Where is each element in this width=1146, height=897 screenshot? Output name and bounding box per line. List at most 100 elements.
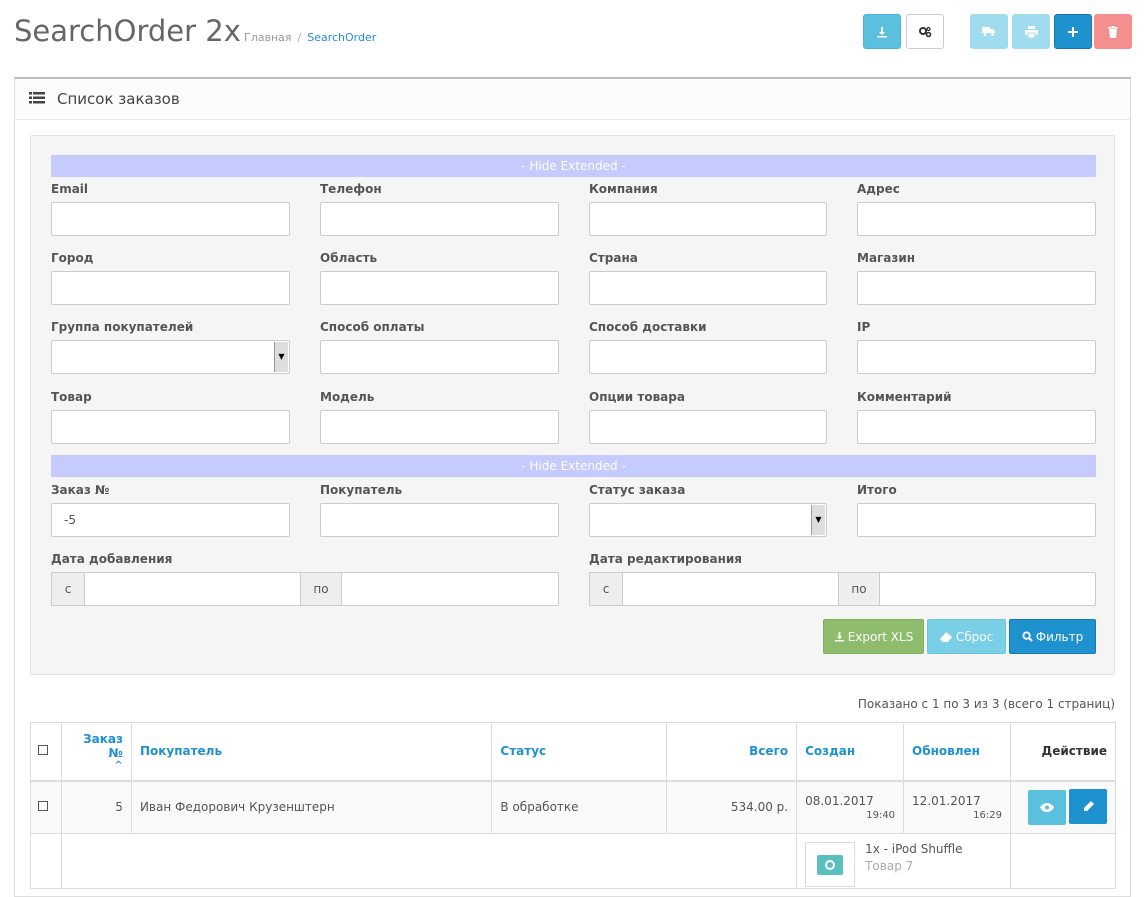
- product-sub: Товар 7: [865, 859, 914, 873]
- print-button[interactable]: [1012, 14, 1050, 49]
- phone-input[interactable]: [320, 202, 559, 236]
- row-checkbox[interactable]: [38, 801, 48, 812]
- created-cell: 08.01.2017 19:40: [796, 780, 905, 834]
- payment-method-input[interactable]: [320, 340, 559, 374]
- customer-group-label: Группа покупателей: [51, 320, 194, 334]
- region-label: Область: [320, 251, 378, 265]
- ip-input[interactable]: [857, 340, 1096, 374]
- row-select-cell: [30, 780, 62, 834]
- product-options-label: Опции товара: [589, 390, 685, 404]
- date-modified-label: Дата редактирования: [589, 552, 742, 566]
- filter-button[interactable]: Фильтр: [1009, 619, 1096, 654]
- phone-label: Телефон: [320, 182, 382, 196]
- updated-date: 12.01.2017: [912, 793, 981, 808]
- created-date: 08.01.2017: [805, 793, 874, 808]
- shipping-method-input[interactable]: [589, 340, 827, 374]
- date-modified-to-input[interactable]: [879, 572, 1096, 606]
- total-cell: 534.00 р.: [666, 780, 798, 834]
- order-status-select[interactable]: ▼: [589, 503, 827, 537]
- delete-button[interactable]: [1094, 14, 1132, 49]
- total-input[interactable]: [857, 503, 1096, 537]
- date-added-from-input[interactable]: [84, 572, 301, 606]
- hide-extended-toggle[interactable]: - Hide Extended -: [51, 155, 1096, 177]
- chevron-down-icon: ▼: [274, 342, 288, 372]
- hide-extended-toggle-2[interactable]: - Hide Extended -: [51, 455, 1096, 477]
- product-options-input[interactable]: [589, 410, 827, 444]
- shipping-button[interactable]: [970, 14, 1008, 49]
- country-input[interactable]: [589, 271, 827, 305]
- column-updated[interactable]: Обновлен: [903, 722, 1011, 782]
- total-label: Итого: [857, 483, 897, 497]
- download-button[interactable]: [863, 14, 901, 49]
- table-header-row: Заказ № ^ Покупатель Статус Всего Создан…: [30, 722, 1116, 782]
- reset-label: Сброс: [955, 629, 994, 644]
- table-row-details: 1x - iPod Shuffle Товар 7: [30, 833, 1116, 889]
- customer-group-select[interactable]: ▼: [51, 340, 290, 374]
- email-input[interactable]: [51, 202, 290, 236]
- column-status[interactable]: Статус: [491, 722, 668, 782]
- chevron-down-icon: ▼: [811, 505, 825, 535]
- list-icon: [29, 90, 47, 108]
- product-input[interactable]: [51, 410, 290, 444]
- column-customer[interactable]: Покупатель: [130, 722, 493, 782]
- product-details-cell: 1x - iPod Shuffle Товар 7: [796, 833, 1011, 889]
- created-time: 19:40: [866, 809, 896, 821]
- search-icon: [1022, 631, 1033, 642]
- product-label: Товар: [51, 390, 92, 404]
- shipping-method-label: Способ доставки: [589, 320, 707, 334]
- eye-icon: [1040, 803, 1054, 813]
- breadcrumb-home[interactable]: Главная: [244, 31, 292, 44]
- city-label: Город: [51, 251, 94, 265]
- country-label: Страна: [589, 251, 638, 265]
- select-all-checkbox[interactable]: [38, 745, 48, 756]
- customer-input[interactable]: [320, 503, 559, 537]
- updated-cell: 12.01.2017 16:29: [903, 780, 1011, 834]
- truck-icon: [982, 27, 995, 36]
- date-added-from-addon: с: [51, 572, 85, 606]
- comment-input[interactable]: [857, 410, 1096, 444]
- add-button[interactable]: [1054, 14, 1092, 49]
- view-button[interactable]: [1028, 790, 1066, 826]
- date-added-to-input[interactable]: [341, 572, 559, 606]
- column-total[interactable]: Всего: [666, 722, 798, 782]
- payment-method-label: Способ оплаты: [320, 320, 425, 334]
- reset-button[interactable]: Сброс: [927, 619, 1006, 654]
- region-input[interactable]: [320, 271, 559, 305]
- download-icon: [834, 631, 844, 642]
- comment-label: Комментарий: [857, 390, 952, 404]
- product-thumbnail[interactable]: [805, 842, 856, 887]
- settings-button[interactable]: [906, 14, 944, 49]
- filter-form: - Hide Extended - Email Телефон Компания…: [30, 135, 1115, 675]
- cogs-icon: [919, 26, 932, 37]
- actions-cell: [1010, 780, 1116, 834]
- model-label: Модель: [320, 390, 375, 404]
- company-input[interactable]: [589, 202, 827, 236]
- column-order-id[interactable]: Заказ № ^: [60, 722, 132, 782]
- order-status-label: Статус заказа: [589, 483, 686, 497]
- order-id-input[interactable]: -5: [51, 503, 290, 537]
- date-modified-to-addon: по: [838, 572, 880, 606]
- export-xls-button[interactable]: Export XLS: [823, 619, 924, 654]
- breadcrumb-current[interactable]: SearchOrder: [307, 31, 376, 44]
- date-modified-from-input[interactable]: [622, 572, 839, 606]
- download-icon: [877, 26, 887, 37]
- print-icon: [1024, 25, 1038, 38]
- address-input[interactable]: [857, 202, 1096, 236]
- order-id-label: Заказ №: [51, 483, 110, 497]
- customer-cell: Иван Федорович Крузенштерн: [130, 780, 493, 834]
- column-created[interactable]: Создан: [796, 722, 905, 782]
- model-input[interactable]: [320, 410, 559, 444]
- panel-title: Список заказов: [57, 90, 180, 108]
- select-all-cell: [30, 722, 62, 782]
- table-row: 5 Иван Федорович Крузенштерн В обработке…: [30, 780, 1116, 834]
- email-label: Email: [51, 182, 89, 196]
- store-input[interactable]: [857, 271, 1096, 305]
- city-input[interactable]: [51, 271, 290, 305]
- breadcrumb: Главная / SearchOrder: [244, 31, 376, 44]
- ipod-image-icon: [817, 854, 844, 875]
- breadcrumb-separator: /: [297, 31, 302, 44]
- edit-button[interactable]: [1069, 789, 1107, 825]
- date-added-to-addon: по: [300, 572, 342, 606]
- date-added-label: Дата добавления: [51, 552, 173, 566]
- product-line: 1x - iPod Shuffle: [865, 842, 963, 856]
